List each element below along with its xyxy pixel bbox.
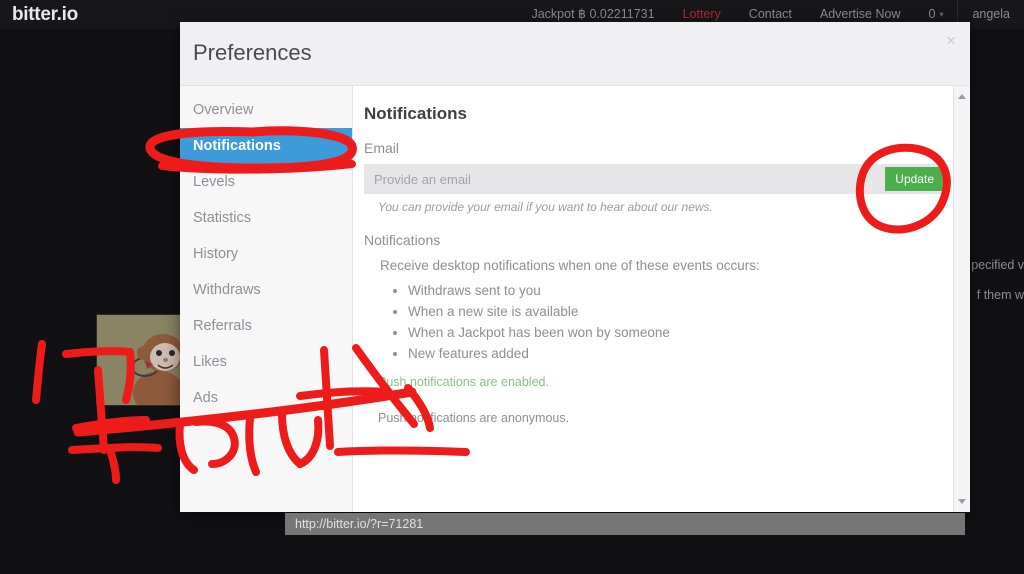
preferences-content: Notifications Email Update You can provi… bbox=[353, 86, 970, 512]
sidebar-item-referrals[interactable]: Referrals bbox=[180, 308, 352, 344]
sidebar-item-ads[interactable]: Ads bbox=[180, 380, 352, 416]
notification-events-list: Withdraws sent to you When a new site is… bbox=[364, 283, 948, 361]
site-brand[interactable]: bitter.io bbox=[12, 4, 78, 26]
notifications-section-label: Notifications bbox=[364, 232, 441, 248]
list-item: New features added bbox=[408, 346, 948, 361]
screen: bitter.io Jackpot ฿ 0.02211731 Lottery C… bbox=[0, 0, 1024, 574]
sidebar-item-withdraws[interactable]: Withdraws bbox=[180, 272, 352, 308]
modal-header: Preferences × bbox=[180, 22, 970, 86]
email-help-text: You can provide your email if you want t… bbox=[378, 200, 713, 214]
sidebar-item-levels[interactable]: Levels bbox=[180, 164, 352, 200]
monkey-avatar-icon bbox=[97, 315, 187, 405]
vertical-scrollbar[interactable] bbox=[953, 86, 970, 512]
background-text-line-2: f them w bbox=[976, 288, 1024, 302]
sidebar-item-overview[interactable]: Overview bbox=[180, 92, 352, 128]
list-item: When a Jackpot has been won by someone bbox=[408, 325, 948, 340]
list-item: Withdraws sent to you bbox=[408, 283, 948, 298]
sidebar-item-notifications[interactable]: Notifications bbox=[180, 128, 352, 164]
sidebar-item-likes[interactable]: Likes bbox=[180, 344, 352, 380]
scroll-down-arrow-icon[interactable] bbox=[958, 499, 966, 504]
browser-status-bar: http://bitter.io/?r=71281 bbox=[285, 513, 965, 535]
close-icon[interactable]: × bbox=[942, 28, 960, 53]
modal-body: Overview Notifications Levels Statistics… bbox=[180, 86, 970, 512]
sidebar-item-history[interactable]: History bbox=[180, 236, 352, 272]
status-url: http://bitter.io/?r=71281 bbox=[295, 517, 424, 531]
content-heading: Notifications bbox=[364, 104, 467, 123]
nav-counter-value: 0 bbox=[928, 6, 936, 21]
list-item: When a new site is available bbox=[408, 304, 948, 319]
update-button[interactable]: Update bbox=[885, 167, 944, 191]
email-input-row: Update bbox=[364, 164, 948, 194]
status-badge: Push notifications are enabled. bbox=[378, 375, 549, 389]
email-field[interactable] bbox=[364, 164, 948, 194]
preferences-sidebar: Overview Notifications Levels Statistics… bbox=[180, 86, 353, 512]
avatar bbox=[96, 314, 188, 406]
notifications-description: Receive desktop notifications when one o… bbox=[380, 258, 760, 273]
page-title: Preferences bbox=[193, 40, 312, 65]
email-label: Email bbox=[364, 140, 400, 156]
background-text-line-1: pecified v bbox=[971, 258, 1024, 272]
preferences-modal: Preferences × Overview Notifications Lev… bbox=[180, 22, 970, 512]
sidebar-item-statistics[interactable]: Statistics bbox=[180, 200, 352, 236]
anonymous-note: Push notifications are anonymous. bbox=[378, 411, 570, 425]
scroll-up-arrow-icon[interactable] bbox=[958, 94, 966, 99]
